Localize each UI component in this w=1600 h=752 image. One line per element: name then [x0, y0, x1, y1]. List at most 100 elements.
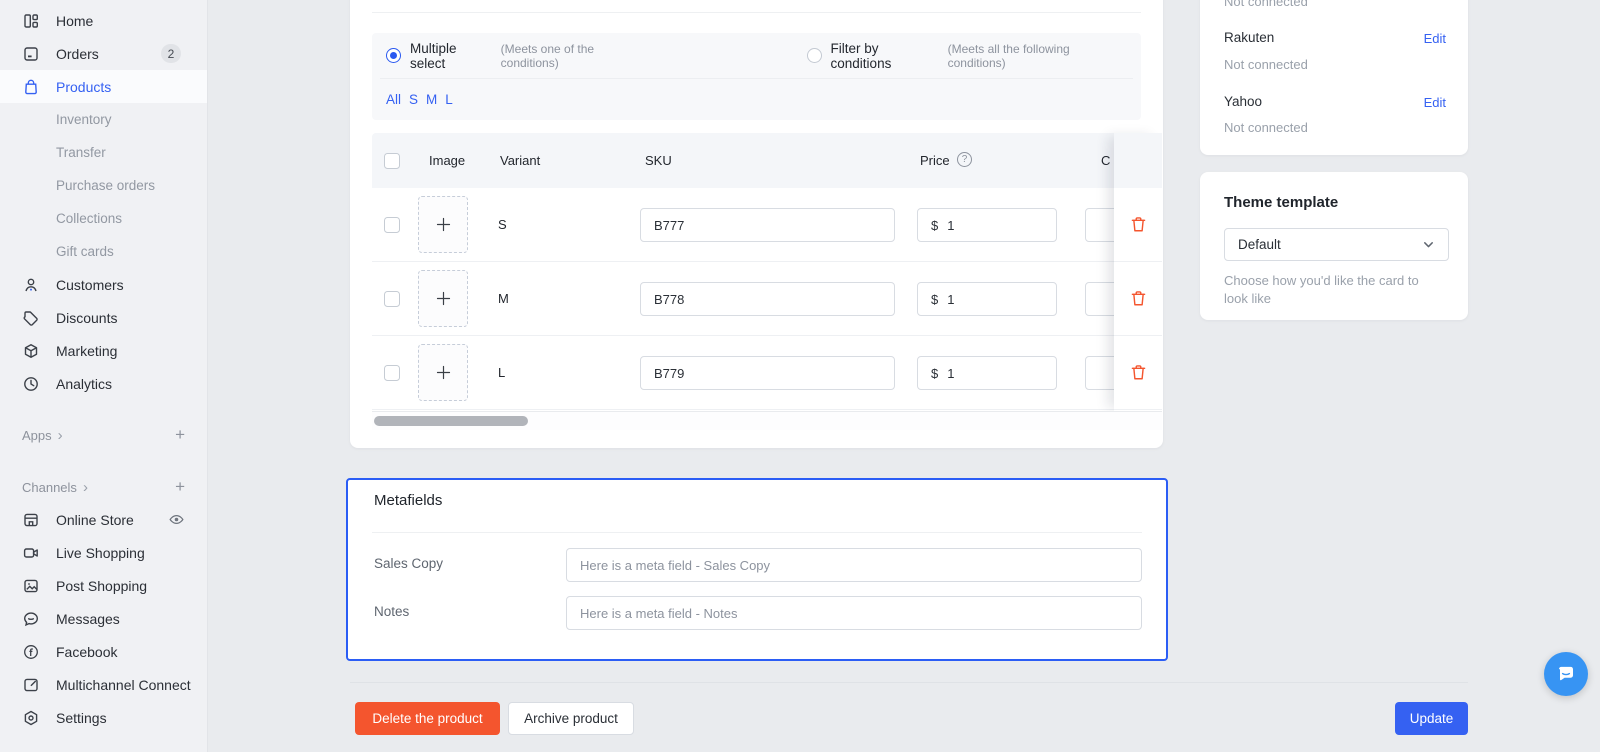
- variants-table: Image Variant SKU Price ? C S $ 1: [372, 133, 1162, 430]
- column-header-sku: SKU: [645, 153, 672, 168]
- messenger-icon: [1555, 663, 1577, 685]
- metafield-input-sales-copy[interactable]: [566, 548, 1142, 582]
- sidebar-item-label: Settings: [56, 710, 107, 726]
- add-app-button[interactable]: +: [175, 425, 185, 445]
- sidebar-item-discounts[interactable]: Discounts: [0, 301, 207, 334]
- card-divider: [372, 12, 1141, 13]
- multiple-select-radio[interactable]: [386, 48, 401, 63]
- radio-hint: (Meets all the following conditions): [948, 42, 1127, 70]
- price-input[interactable]: $ 1: [917, 208, 1057, 242]
- price-input[interactable]: $ 1: [917, 282, 1057, 316]
- sidebar-item-facebook[interactable]: Facebook: [0, 635, 207, 668]
- price-input[interactable]: $ 1: [917, 356, 1057, 390]
- column-header-price: Price: [920, 153, 950, 168]
- sidebar-item-collections[interactable]: Collections: [0, 202, 207, 235]
- chevron-right-icon: ›: [58, 428, 63, 443]
- sidebar-item-marketing[interactable]: Marketing: [0, 334, 207, 367]
- add-channel-button[interactable]: +: [175, 477, 185, 497]
- trash-icon: [1129, 215, 1148, 234]
- add-image-button[interactable]: [418, 196, 468, 253]
- variant-name: M: [498, 291, 509, 306]
- sidebar-item-inventory[interactable]: Inventory: [0, 103, 207, 136]
- sidebar-item-home[interactable]: Home: [0, 4, 207, 37]
- price-value: 1: [947, 218, 954, 233]
- sidebar-item-transfer[interactable]: Transfer: [0, 136, 207, 169]
- sidebar-item-label: Orders: [56, 46, 99, 62]
- channel-name: Yahoo: [1224, 94, 1262, 109]
- archive-product-button[interactable]: Archive product: [508, 702, 634, 735]
- sidebar-item-gift-cards[interactable]: Gift cards: [0, 235, 207, 268]
- sidebar-item-label: Purchase orders: [56, 178, 155, 193]
- metafield-input-notes[interactable]: [566, 596, 1142, 630]
- update-button[interactable]: Update: [1395, 702, 1468, 735]
- sku-input[interactable]: [640, 356, 895, 390]
- selected-option: Default: [1238, 237, 1281, 252]
- add-image-button[interactable]: [418, 344, 468, 401]
- edit-rakuten-link[interactable]: Edit: [1424, 31, 1446, 46]
- help-icon[interactable]: ?: [957, 152, 972, 167]
- scrollbar-thumb[interactable]: [374, 416, 528, 426]
- sidebar-section-channels[interactable]: Channels› +: [0, 471, 207, 503]
- delete-product-button[interactable]: Delete the product: [355, 702, 500, 735]
- chevron-down-icon: [1422, 238, 1435, 251]
- delete-variant-button[interactable]: [1127, 288, 1149, 310]
- filter-link-m[interactable]: M: [426, 92, 437, 107]
- orders-icon: [22, 45, 40, 63]
- theme-template-select[interactable]: Default: [1224, 228, 1449, 261]
- sidebar-item-settings[interactable]: Settings: [0, 701, 207, 734]
- delete-variant-button[interactable]: [1127, 362, 1149, 384]
- metafields-card: Metafields Sales Copy Notes: [346, 478, 1168, 661]
- theme-template-helper: Choose how you'd like the card to look l…: [1224, 272, 1440, 308]
- price-value: 1: [947, 366, 954, 381]
- column-header-partial: C: [1101, 153, 1110, 168]
- sidebar-item-analytics[interactable]: Analytics: [0, 367, 207, 400]
- variant-filter-links: All S M L: [372, 79, 1141, 119]
- metafield-label: Sales Copy: [374, 556, 443, 571]
- sidebar-item-orders[interactable]: Orders 2: [0, 37, 207, 70]
- column-header-image: Image: [429, 153, 465, 168]
- sidebar-item-multichannel-connect[interactable]: Multichannel Connect: [0, 668, 207, 701]
- add-image-button[interactable]: [418, 270, 468, 327]
- channel-status: Not connected: [1224, 57, 1308, 72]
- sku-input[interactable]: [640, 282, 895, 316]
- sidebar: Home Orders 2 Products Inventory Transfe…: [0, 0, 208, 752]
- filter-link-all[interactable]: All: [386, 92, 401, 107]
- horizontal-scrollbar[interactable]: [372, 411, 1162, 430]
- metafields-title: Metafields: [374, 492, 442, 509]
- radio-label: Filter by conditions: [831, 41, 941, 71]
- sidebar-item-live-shopping[interactable]: Live Shopping: [0, 536, 207, 569]
- sidebar-item-label: Discounts: [56, 310, 117, 326]
- chat-launcher-button[interactable]: [1544, 652, 1588, 696]
- radio-hint: (Meets one of the conditions): [501, 42, 652, 70]
- row-checkbox[interactable]: [384, 365, 400, 381]
- sidebar-item-purchase-orders[interactable]: Purchase orders: [0, 169, 207, 202]
- eye-icon[interactable]: [168, 511, 185, 528]
- select-all-checkbox[interactable]: [384, 153, 400, 169]
- sku-input[interactable]: [640, 208, 895, 242]
- shopping-bag-icon: [22, 78, 40, 96]
- filter-by-conditions-radio[interactable]: [807, 48, 822, 63]
- sidebar-item-online-store[interactable]: Online Store: [0, 503, 207, 536]
- variant-name: S: [498, 217, 507, 232]
- delete-variant-button[interactable]: [1127, 214, 1149, 236]
- sidebar-item-label: Collections: [56, 211, 122, 226]
- variant-name: L: [498, 365, 505, 380]
- column-header-variant: Variant: [500, 153, 540, 168]
- sidebar-item-post-shopping[interactable]: Post Shopping: [0, 569, 207, 602]
- edit-yahoo-link[interactable]: Edit: [1424, 95, 1446, 110]
- row-checkbox[interactable]: [384, 291, 400, 307]
- sidebar-item-label: Customers: [56, 277, 124, 293]
- edit-square-icon: [22, 676, 40, 694]
- filter-link-s[interactable]: S: [409, 92, 418, 107]
- sidebar-item-label: Home: [56, 13, 93, 29]
- sidebar-item-products[interactable]: Products: [0, 70, 207, 103]
- tag-icon: [22, 309, 40, 327]
- sidebar-item-messages[interactable]: Messages: [0, 602, 207, 635]
- sidebar-item-customers[interactable]: Customers: [0, 268, 207, 301]
- row-checkbox[interactable]: [384, 217, 400, 233]
- filter-link-l[interactable]: L: [445, 92, 453, 107]
- theme-template-card: Theme template Default Choose how you'd …: [1200, 172, 1468, 320]
- sidebar-item-label: Online Store: [56, 512, 134, 528]
- sidebar-item-label: Marketing: [56, 343, 117, 359]
- sidebar-section-apps[interactable]: Apps› +: [0, 419, 207, 451]
